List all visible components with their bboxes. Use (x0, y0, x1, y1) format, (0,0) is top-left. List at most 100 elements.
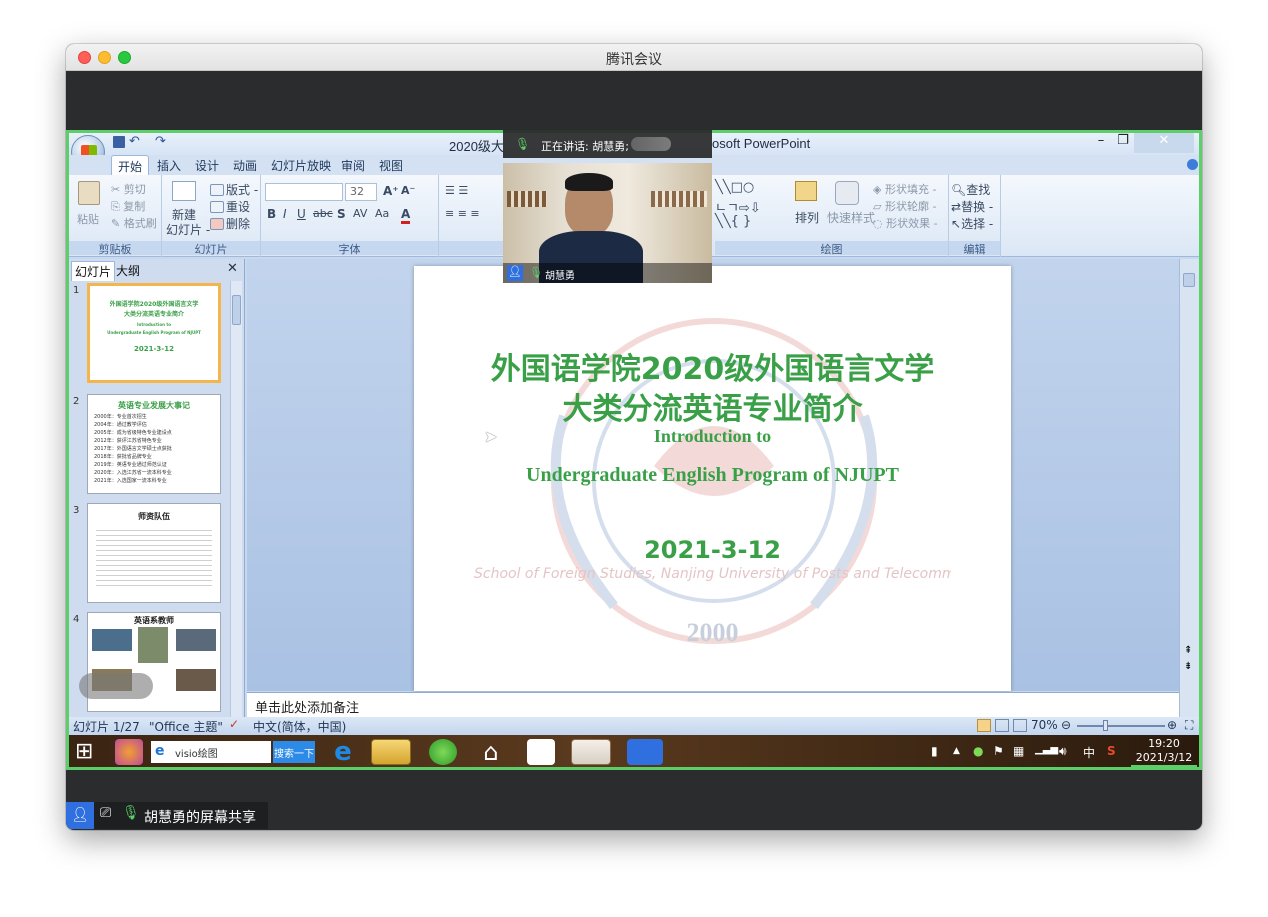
battery-icon[interactable]: ▮ (931, 744, 938, 758)
font-name-select[interactable] (265, 183, 343, 201)
tab-view[interactable]: 视图 (379, 157, 403, 174)
tencent-meeting-icon[interactable] (627, 739, 663, 765)
baidu-netdisk-icon[interactable] (527, 739, 555, 765)
thumbnail-overlay-control[interactable] (79, 673, 153, 699)
select-button[interactable]: ↖选择 - (951, 215, 993, 232)
case-button[interactable]: Aa (375, 207, 389, 220)
ime-indicator[interactable]: 中 (1083, 744, 1095, 761)
layout-button[interactable]: 版式 - (210, 181, 258, 198)
slide-thumbnail-3[interactable]: 师资队伍 (87, 503, 221, 603)
browser-360-icon[interactable] (429, 739, 457, 765)
tab-slides[interactable]: 幻灯片 (71, 261, 116, 281)
tab-slideshow[interactable]: 幻灯片放映 (271, 157, 331, 174)
clock-date: 2021/3/12 (1135, 751, 1193, 764)
thumbnail-scrollbar[interactable] (230, 281, 242, 717)
paste-icon[interactable] (78, 181, 100, 205)
current-slide[interactable]: 2000 School of Foreign Studies, Nanjing … (414, 266, 1011, 691)
quick-styles-button[interactable]: 快速样式 (827, 209, 875, 226)
replace-button[interactable]: ⇄替换 - (951, 198, 993, 215)
status-bar: 幻灯片 1/27 "Office 主题" ✓ 中文(简体，中国) 70% ⊖ ⊕… (69, 717, 1199, 735)
internet-explorer-icon[interactable]: e (329, 739, 357, 765)
shadow-button[interactable]: S (337, 207, 346, 221)
new-slide-dropdown[interactable]: 幻灯片 - (166, 221, 210, 238)
network-icon[interactable]: ▁▃▅ (1035, 744, 1058, 755)
slideshow-view-button[interactable] (1013, 719, 1027, 732)
action-center-icon[interactable]: ⚑ (993, 744, 1004, 758)
font-color-button[interactable]: A (401, 207, 411, 224)
tab-outline[interactable]: 大纲 (113, 261, 143, 280)
zoom-out-button[interactable]: ⊖ (1061, 718, 1071, 732)
zoom-slider-thumb[interactable] (1103, 720, 1108, 731)
app-launcher-icon[interactable] (115, 739, 143, 765)
paste-button[interactable]: 粘贴 (77, 211, 99, 227)
taskbar-clock[interactable]: 19:20 2021/3/12 (1131, 737, 1197, 767)
shapes-gallery-row3[interactable]: ╲╲{ } (715, 214, 751, 229)
new-slide-icon[interactable] (172, 181, 196, 201)
undo-icon[interactable]: ↶ (129, 134, 140, 149)
fit-window-button[interactable]: ⛶ (1185, 718, 1193, 733)
zoom-slider[interactable] (1077, 725, 1165, 727)
shapes-gallery[interactable]: ╲╲□○ (715, 180, 754, 195)
spellcheck-icon[interactable]: ✓ (229, 717, 239, 731)
quick-styles-icon[interactable] (835, 181, 859, 205)
windows-start-icon[interactable]: ⊞ (75, 741, 93, 763)
help-icon[interactable] (1187, 159, 1198, 170)
shrink-font-button[interactable]: A⁻ (401, 184, 415, 197)
next-slide-icon[interactable]: ⇟ (1184, 661, 1192, 672)
save-icon[interactable] (113, 136, 125, 148)
tray-app-icon[interactable]: ● (973, 744, 983, 758)
close-pane-icon[interactable]: ✕ (227, 261, 238, 276)
align-left-button[interactable]: ≡ ≡ ≡ (445, 207, 480, 220)
slide-counter: 幻灯片 1/27 (73, 720, 140, 734)
shape-outline-button[interactable]: ▱ 形状轮廓 - (873, 198, 936, 214)
cut-button[interactable]: ✂ 剪切 (111, 181, 146, 197)
minimize-icon[interactable]: – (1091, 133, 1111, 153)
normal-view-button[interactable] (977, 719, 991, 732)
italic-button[interactable]: I (283, 207, 287, 221)
shape-effects-button[interactable]: ◌ 形状效果 - (873, 215, 938, 231)
slide-scrollbar[interactable]: ⇞ ⇟ (1179, 259, 1199, 717)
tab-insert[interactable]: 插入 (157, 157, 181, 174)
zoom-in-button[interactable]: ⊕ (1167, 718, 1177, 732)
find-button[interactable]: 🔍︎查找 (951, 181, 990, 198)
tab-review[interactable]: 审阅 (341, 157, 365, 174)
home-icon[interactable]: ⌂ (477, 739, 505, 765)
clipboard-label: 剪贴板 (69, 241, 161, 256)
strikethrough-button[interactable]: abc (313, 207, 333, 220)
notes-pane[interactable]: 单击此处添加备注 (247, 692, 1179, 717)
redo-icon[interactable]: ↷ (155, 134, 166, 149)
slide-thumbnail-1[interactable]: 外国语学院2020级外国语言文学 大类分流英语专业简介 Introduction… (87, 283, 221, 383)
search-button[interactable]: 搜索一下 (273, 741, 315, 763)
sorter-view-button[interactable] (995, 719, 1009, 732)
underline-button[interactable]: U (297, 207, 306, 221)
slide-thumbnail-2[interactable]: 英语专业发展大事记 2000年：专业首次招生 2004年：通过教学评估 2005… (87, 394, 221, 494)
slide-subtitle-line-2: Undergraduate English Program of NJUPT (526, 464, 899, 486)
tray-expand-icon[interactable]: ▲ (953, 746, 960, 756)
reset-button[interactable]: 重设 (210, 198, 250, 215)
restore-icon[interactable]: ❐ (1113, 133, 1133, 153)
tab-home[interactable]: 开始 (111, 155, 150, 175)
grow-font-button[interactable]: A⁺ (383, 184, 399, 198)
format-painter-button[interactable]: ✎ 格式刷 (111, 215, 157, 231)
delete-slide-button[interactable]: 删除 (210, 215, 250, 232)
tray-device-icon[interactable]: ▦ (1013, 744, 1024, 758)
bold-button[interactable]: B (267, 207, 276, 221)
prev-slide-icon[interactable]: ⇞ (1184, 645, 1192, 656)
bullets-button[interactable]: ☰ ☰ (445, 184, 468, 197)
shape-fill-button[interactable]: ◈ 形状填充 - (873, 181, 936, 197)
speaking-label: 正在讲话: 胡慧勇; (541, 140, 629, 153)
powerpoint-icon[interactable] (571, 739, 611, 765)
arrange-button[interactable]: 排列 (795, 209, 819, 226)
copy-button[interactable]: ⎘ 复制 (111, 198, 145, 214)
file-explorer-icon[interactable] (371, 739, 411, 765)
volume-icon[interactable]: 🔊︎ (1059, 744, 1067, 759)
tab-animation[interactable]: 动画 (233, 157, 257, 174)
tab-design[interactable]: 设计 (195, 157, 219, 174)
sogou-ime-icon[interactable]: S (1107, 744, 1116, 758)
close-icon[interactable]: ✕ (1134, 133, 1194, 153)
font-size-select[interactable]: 32 (345, 183, 377, 201)
participant-video[interactable]: 👤︎ 🎙︎ 胡慧勇 (503, 163, 712, 283)
search-input[interactable]: visio绘图 (151, 741, 271, 763)
arrange-icon[interactable] (795, 181, 817, 201)
spacing-button[interactable]: AV (353, 207, 367, 220)
